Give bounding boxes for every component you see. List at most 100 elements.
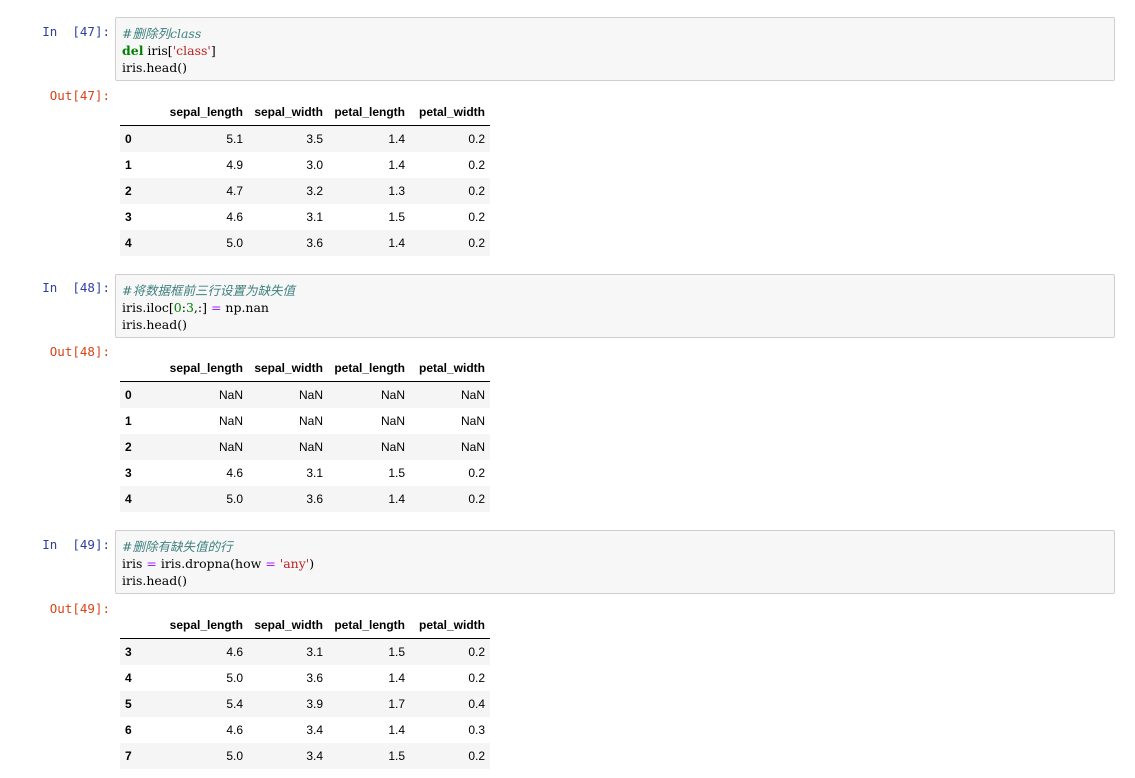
table-cell: 5.0 (226, 671, 243, 685)
table-row: 0 5.1 3.5 1.4 0.2 (120, 125, 490, 152)
table-cell: NaN (218, 388, 243, 402)
code-editor[interactable]: #将数据框前三行设置为缺失值 iris.iloc[0:3,:] = np.nan… (115, 274, 1115, 338)
column-header: sepal_length (146, 611, 248, 639)
table-cell: 3.4 (306, 723, 323, 737)
table-row: 0 NaN NaN NaN NaN (120, 381, 490, 408)
column-header: sepal_width (248, 354, 328, 382)
code-text: iris.head() (122, 317, 188, 332)
dataframe-output: sepal_length sepal_width petal_length pe… (120, 611, 490, 769)
column-header: petal_length (328, 354, 410, 382)
code-comment: #将数据框前三行设置为缺失值 (122, 283, 295, 298)
row-index: 7 (125, 749, 132, 763)
code-editor[interactable]: #删除有缺失值的行 iris = iris.dropna(how = 'any'… (115, 530, 1115, 594)
table-cell: 1.4 (388, 492, 405, 506)
table-cell: 3.1 (306, 210, 323, 224)
code-line: del iris['class'] (122, 42, 1114, 59)
input-prompt: In [49]: (42, 537, 110, 552)
table-cell: 0.3 (468, 723, 485, 737)
code-editor[interactable]: #删除列class del iris['class'] iris.head() (115, 17, 1115, 81)
code-text: iris.dropna(how (156, 556, 266, 571)
code-line: iris.iloc[0:3,:] = np.nan (122, 299, 1114, 316)
column-header: petal_length (328, 611, 410, 639)
table-cell: 5.0 (226, 492, 243, 506)
code-string: 'class' (172, 43, 211, 58)
row-index: 4 (125, 671, 132, 685)
row-index: 3 (125, 466, 132, 480)
output-prompt: Out[48]: (49, 344, 110, 359)
table-cell: 4.9 (226, 158, 243, 172)
table-cell: 1.7 (388, 697, 405, 711)
table-row: 7 5.0 3.4 1.5 0.2 (120, 743, 490, 769)
table-cell: 4.6 (226, 210, 243, 224)
index-header (120, 611, 146, 639)
code-number: 3 (185, 300, 194, 315)
column-header: petal_length (328, 98, 410, 126)
table-cell: 5.0 (226, 236, 243, 250)
table-cell: 0.2 (468, 132, 485, 146)
row-index: 3 (125, 210, 132, 224)
table-cell: 5.4 (226, 697, 243, 711)
table-header-row: sepal_length sepal_width petal_length pe… (120, 611, 490, 639)
input-prompt: In [47]: (42, 24, 110, 39)
table-cell: 0.2 (468, 645, 485, 659)
table-row: 1 4.9 3.0 1.4 0.2 (120, 152, 490, 178)
table-header-row: sepal_length sepal_width petal_length pe… (120, 98, 490, 126)
index-header (120, 98, 146, 126)
dataframe-output: sepal_length sepal_width petal_length pe… (120, 98, 490, 256)
table-cell: 0.2 (468, 210, 485, 224)
table-header-row: sepal_length sepal_width petal_length pe… (120, 354, 490, 382)
output-prompt: Out[49]: (49, 601, 110, 616)
table-cell: NaN (380, 414, 405, 428)
table-cell: 4.6 (226, 466, 243, 480)
row-index: 6 (125, 723, 132, 737)
table-cell: NaN (460, 440, 485, 454)
input-prompt: In [48]: (42, 280, 110, 295)
code-text: ] (210, 43, 216, 58)
table-cell: 1.5 (388, 466, 405, 480)
table-cell: 3.4 (306, 749, 323, 763)
table-row: 2 4.7 3.2 1.3 0.2 (120, 178, 490, 204)
row-index: 2 (125, 184, 132, 198)
code-text: iris.iloc[ (122, 300, 174, 315)
table-row: 3 4.6 3.1 1.5 0.2 (120, 204, 490, 230)
code-line: #将数据框前三行设置为缺失值 (122, 282, 1114, 299)
table-cell: 0.2 (468, 184, 485, 198)
code-text: iris.head() (122, 573, 188, 588)
code-operator: = (146, 556, 157, 571)
table-cell: NaN (298, 440, 323, 454)
code-line: #删除列class (122, 25, 1114, 42)
table-cell: 5.0 (226, 749, 243, 763)
code-text: iris (122, 556, 147, 571)
code-comment: #删除有缺失值的行 (122, 539, 233, 554)
table-cell: 3.9 (306, 697, 323, 711)
row-index: 5 (125, 697, 132, 711)
code-string: 'any' (279, 556, 310, 571)
code-text: ) (309, 556, 315, 571)
table-row: 2 NaN NaN NaN NaN (120, 434, 490, 460)
column-header: sepal_length (146, 354, 248, 382)
dataframe-output: sepal_length sepal_width petal_length pe… (120, 354, 490, 512)
code-number: 0 (173, 300, 182, 315)
table-cell: 0.4 (468, 697, 485, 711)
table-row: 1 NaN NaN NaN NaN (120, 408, 490, 434)
table-cell: 4.6 (226, 723, 243, 737)
table-cell: 4.6 (226, 645, 243, 659)
table-cell: 3.5 (306, 132, 323, 146)
table-cell: 0.2 (468, 466, 485, 480)
table-cell: NaN (460, 414, 485, 428)
table-row: 3 4.6 3.1 1.5 0.2 (120, 460, 490, 486)
row-index: 3 (125, 645, 132, 659)
table-cell: 3.2 (306, 184, 323, 198)
table-cell: NaN (380, 440, 405, 454)
table-cell: 0.2 (468, 671, 485, 685)
table-cell: 1.4 (388, 158, 405, 172)
code-keyword: del (122, 43, 144, 58)
table-cell: 0.2 (468, 492, 485, 506)
table-row: 6 4.6 3.4 1.4 0.3 (120, 717, 490, 743)
table-cell: NaN (380, 388, 405, 402)
row-index: 2 (125, 440, 132, 454)
code-operator: = (210, 300, 222, 315)
table-cell: 1.4 (388, 132, 405, 146)
table-cell: 3.1 (306, 645, 323, 659)
table-row: 3 4.6 3.1 1.5 0.2 (120, 638, 490, 665)
